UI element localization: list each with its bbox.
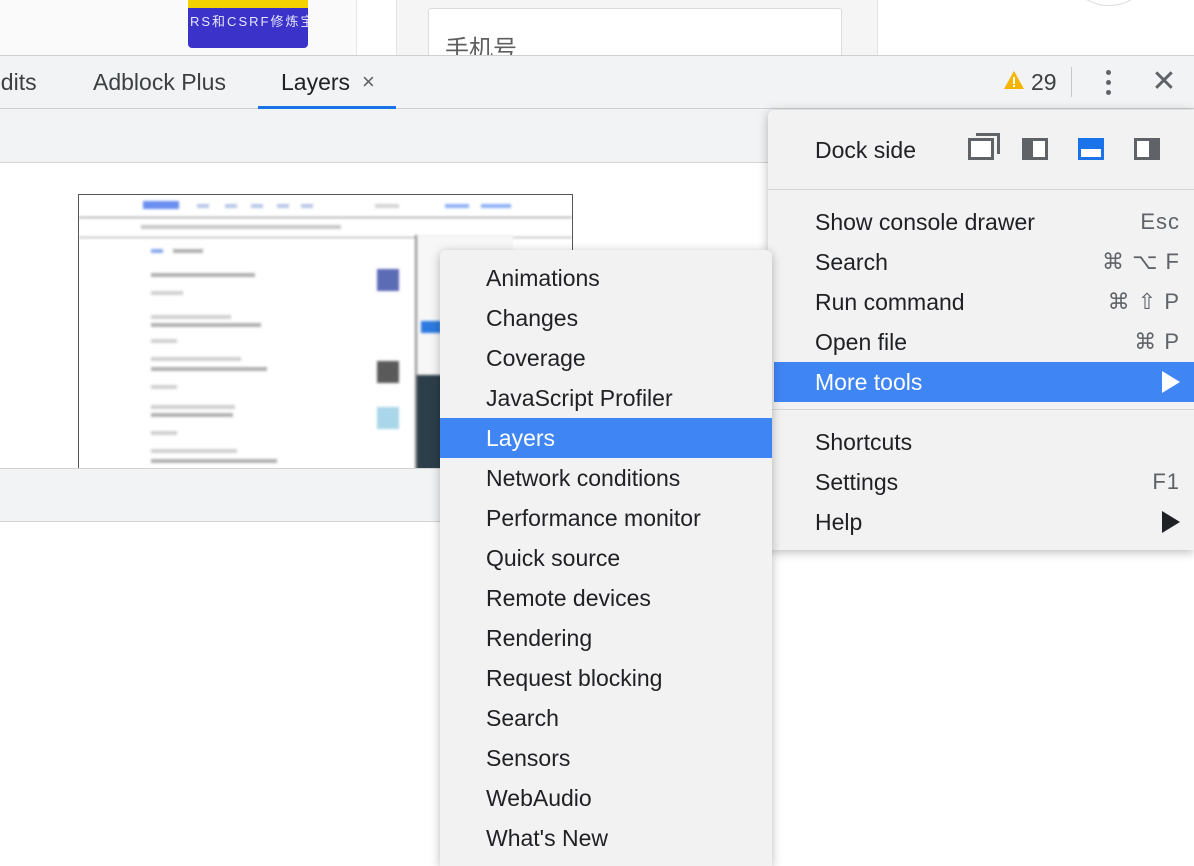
submenu-item-label: Animations — [486, 265, 600, 291]
menu-item-label: Show console drawer — [815, 209, 1035, 235]
menu-item-help[interactable]: Help — [774, 502, 1194, 542]
menu-item-shortcut: ⌘ ⌥ F — [1101, 249, 1180, 274]
menu-item-open-file[interactable]: Open file ⌘ P — [774, 322, 1194, 362]
warning-icon — [1004, 71, 1024, 89]
menu-item-more-tools[interactable]: More tools — [774, 362, 1194, 402]
submenu-item-label: Performance monitor — [486, 505, 701, 531]
submenu-item-label: Rendering — [486, 625, 593, 651]
menu-item-label: Shortcuts — [815, 429, 913, 455]
tab-layers-label: Layers — [281, 69, 351, 95]
submenu-item-label: Remote devices — [486, 585, 651, 611]
tab-layers[interactable]: Layers × — [258, 56, 396, 109]
submenu-item-remote-devices[interactable]: Remote devices — [440, 578, 772, 618]
submenu-arrow-icon — [1162, 511, 1180, 533]
submenu-item-label: What's New — [486, 825, 608, 851]
menu-item-shortcut: ⌘ ⇧ P — [1107, 289, 1180, 314]
submenu-item-whats-new[interactable]: What's New — [440, 818, 772, 858]
undock-icon[interactable] — [968, 133, 1000, 160]
menu-item-label: Run command — [815, 289, 965, 315]
submenu-item-network-conditions[interactable]: Network conditions — [440, 458, 772, 498]
menu-item-shortcut: ⌘ P — [1134, 329, 1180, 354]
submenu-item-rendering[interactable]: Rendering — [440, 618, 772, 658]
menu-item-shortcuts[interactable]: Shortcuts — [774, 422, 1194, 462]
submenu-item-label: Quick source — [486, 545, 621, 571]
preview-header — [79, 195, 572, 218]
submenu-item-request-blocking[interactable]: Request blocking — [440, 658, 772, 698]
submenu-item-coverage[interactable]: Coverage — [440, 338, 772, 378]
menu-item-label: Open file — [815, 329, 908, 355]
submenu-item-label: Layers — [486, 425, 556, 451]
menu-separator — [768, 409, 1194, 410]
dock-bottom-icon[interactable] — [1078, 138, 1104, 160]
dock-side-label: Dock side — [815, 137, 916, 163]
menu-item-show-console-drawer[interactable]: Show console drawer Esc — [774, 202, 1194, 242]
toolbar-divider — [1071, 67, 1072, 97]
submenu-item-label: Network conditions — [486, 465, 681, 491]
tab-adblock-plus[interactable]: Adblock Plus — [93, 56, 226, 108]
submenu-item-label: WebAudio — [486, 785, 592, 811]
submenu-item-animations[interactable]: Animations — [440, 258, 772, 298]
menu-item-run-command[interactable]: Run command ⌘ ⇧ P — [774, 282, 1194, 322]
submenu-item-label: JavaScript Profiler — [486, 385, 673, 411]
submenu-item-label: Coverage — [486, 345, 586, 371]
devtools-tab-bar: udits Adblock Plus Layers × 29 ✕ — [0, 55, 1194, 109]
warning-count: 29 — [1031, 69, 1057, 95]
customize-menu-icon[interactable] — [1098, 68, 1118, 98]
tab-close-icon[interactable]: × — [362, 56, 375, 108]
tab-audits[interactable]: udits — [0, 56, 37, 108]
submenu-item-search[interactable]: Search — [440, 698, 772, 738]
menu-item-settings[interactable]: Settings F1 — [774, 462, 1194, 502]
submenu-item-sensors[interactable]: Sensors — [440, 738, 772, 778]
devtools-main-menu: Dock side Show console drawer Esc Search… — [768, 110, 1194, 550]
submenu-item-webaudio[interactable]: WebAudio — [440, 778, 772, 818]
menu-item-shortcut: F1 — [1152, 469, 1180, 494]
submenu-item-performance-monitor[interactable]: Performance monitor — [440, 498, 772, 538]
menu-separator — [768, 189, 1194, 190]
menu-item-label: Search — [815, 249, 888, 275]
submenu-arrow-icon — [1162, 371, 1180, 393]
submenu-item-label: Changes — [486, 305, 579, 331]
submenu-item-label: Sensors — [486, 745, 571, 771]
menu-item-search[interactable]: Search ⌘ ⌥ F — [774, 242, 1194, 282]
submenu-item-label: Request blocking — [486, 665, 663, 691]
page-banner-image: RS和CSRF修炼宝 — [188, 0, 308, 48]
menu-item-label: More tools — [815, 369, 923, 395]
more-tools-submenu: Animations Changes Coverage JavaScript P… — [440, 250, 772, 866]
dock-right-icon[interactable] — [1134, 138, 1160, 160]
submenu-item-changes[interactable]: Changes — [440, 298, 772, 338]
menu-item-label: Settings — [815, 469, 899, 495]
banner-text: RS和CSRF修炼宝 — [190, 14, 308, 29]
close-devtools-icon[interactable]: ✕ — [1150, 60, 1178, 104]
submenu-item-layers[interactable]: Layers — [440, 418, 772, 458]
submenu-item-quick-source[interactable]: Quick source — [440, 538, 772, 578]
submenu-item-label: Search — [486, 705, 559, 731]
dock-left-icon[interactable] — [1022, 138, 1048, 160]
menu-item-shortcut: Esc — [1140, 209, 1180, 234]
submenu-item-javascript-profiler[interactable]: JavaScript Profiler — [440, 378, 772, 418]
menu-item-label: Help — [815, 509, 863, 535]
phone-number-input[interactable]: 手机号 — [428, 8, 842, 63]
